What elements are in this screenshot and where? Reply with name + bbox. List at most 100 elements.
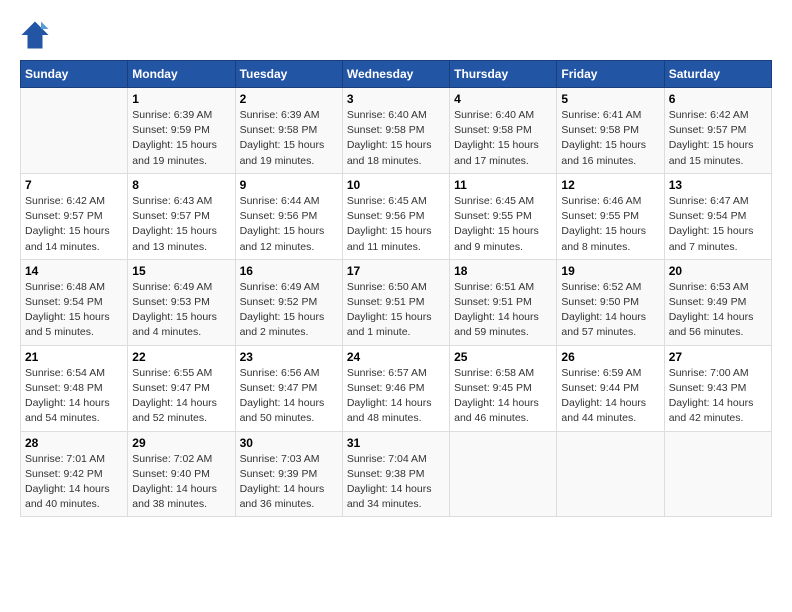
calendar-cell: 11 Sunrise: 6:45 AM Sunset: 9:55 PM Dayli… bbox=[450, 173, 557, 259]
day-number: 18 bbox=[454, 264, 552, 278]
calendar-week-1: 1Sunrise: 6:39 AM Sunset: 9:59 PM Daylig… bbox=[21, 88, 772, 174]
calendar-cell: 7 Sunrise: 6:42 AM Sunset: 9:57 PM Daylig… bbox=[21, 173, 128, 259]
day-detail: Sunrise: 6:42 AM Sunset: 9:57 PM Dayligh… bbox=[669, 108, 767, 169]
calendar-cell: 12 Sunrise: 6:46 AM Sunset: 9:55 PM Dayli… bbox=[557, 173, 664, 259]
day-detail: Sunrise: 6:57 AM Sunset: 9:46 PM Dayligh… bbox=[347, 366, 445, 427]
calendar-cell: 13 Sunrise: 6:47 AM Sunset: 9:54 PM Dayli… bbox=[664, 173, 771, 259]
day-number: 25 bbox=[454, 350, 552, 364]
day-detail: Sunrise: 6:41 AM Sunset: 9:58 PM Dayligh… bbox=[561, 108, 659, 169]
day-number: 14 bbox=[25, 264, 123, 278]
calendar-cell: 18Sunrise: 6:51 AM Sunset: 9:51 PM Dayli… bbox=[450, 259, 557, 345]
calendar-week-4: 21 Sunrise: 6:54 AM Sunset: 9:48 PM Dayli… bbox=[21, 345, 772, 431]
calendar-cell: 24 Sunrise: 6:57 AM Sunset: 9:46 PM Dayli… bbox=[342, 345, 449, 431]
header-cell-sunday: Sunday bbox=[21, 61, 128, 88]
day-detail: Sunrise: 6:40 AM Sunset: 9:58 PM Dayligh… bbox=[347, 108, 445, 169]
calendar-cell bbox=[664, 431, 771, 517]
calendar-cell: 10Sunrise: 6:45 AM Sunset: 9:56 PM Dayli… bbox=[342, 173, 449, 259]
calendar-week-5: 28 Sunrise: 7:01 AM Sunset: 9:42 PM Dayli… bbox=[21, 431, 772, 517]
day-number: 7 bbox=[25, 178, 123, 192]
day-detail: Sunrise: 6:52 AM Sunset: 9:50 PM Dayligh… bbox=[561, 280, 659, 341]
day-detail: Sunrise: 6:49 AM Sunset: 9:52 PM Dayligh… bbox=[240, 280, 338, 341]
calendar-cell: 17 Sunrise: 6:50 AM Sunset: 9:51 PM Dayli… bbox=[342, 259, 449, 345]
day-detail: Sunrise: 6:47 AM Sunset: 9:54 PM Dayligh… bbox=[669, 194, 767, 255]
day-number: 29 bbox=[132, 436, 230, 450]
calendar-cell: 1Sunrise: 6:39 AM Sunset: 9:59 PM Daylig… bbox=[128, 88, 235, 174]
header-cell-saturday: Saturday bbox=[664, 61, 771, 88]
calendar-cell: 30Sunrise: 7:03 AM Sunset: 9:39 PM Dayli… bbox=[235, 431, 342, 517]
day-number: 4 bbox=[454, 92, 552, 106]
calendar-cell: 9 Sunrise: 6:44 AM Sunset: 9:56 PM Daylig… bbox=[235, 173, 342, 259]
day-number: 24 bbox=[347, 350, 445, 364]
calendar-cell bbox=[450, 431, 557, 517]
day-number: 12 bbox=[561, 178, 659, 192]
day-detail: Sunrise: 6:56 AM Sunset: 9:47 PM Dayligh… bbox=[240, 366, 338, 427]
day-detail: Sunrise: 6:54 AM Sunset: 9:48 PM Dayligh… bbox=[25, 366, 123, 427]
day-detail: Sunrise: 7:00 AM Sunset: 9:43 PM Dayligh… bbox=[669, 366, 767, 427]
day-detail: Sunrise: 6:46 AM Sunset: 9:55 PM Dayligh… bbox=[561, 194, 659, 255]
calendar-cell bbox=[557, 431, 664, 517]
calendar-table: SundayMondayTuesdayWednesdayThursdayFrid… bbox=[20, 60, 772, 517]
calendar-week-3: 14Sunrise: 6:48 AM Sunset: 9:54 PM Dayli… bbox=[21, 259, 772, 345]
header-cell-tuesday: Tuesday bbox=[235, 61, 342, 88]
day-detail: Sunrise: 7:04 AM Sunset: 9:38 PM Dayligh… bbox=[347, 452, 445, 513]
logo-icon bbox=[20, 20, 50, 50]
day-detail: Sunrise: 7:01 AM Sunset: 9:42 PM Dayligh… bbox=[25, 452, 123, 513]
day-detail: Sunrise: 6:42 AM Sunset: 9:57 PM Dayligh… bbox=[25, 194, 123, 255]
day-number: 31 bbox=[347, 436, 445, 450]
calendar-cell: 19 Sunrise: 6:52 AM Sunset: 9:50 PM Dayli… bbox=[557, 259, 664, 345]
day-number: 30 bbox=[240, 436, 338, 450]
calendar-cell bbox=[21, 88, 128, 174]
day-number: 19 bbox=[561, 264, 659, 278]
calendar-header: SundayMondayTuesdayWednesdayThursdayFrid… bbox=[21, 61, 772, 88]
day-detail: Sunrise: 6:59 AM Sunset: 9:44 PM Dayligh… bbox=[561, 366, 659, 427]
header-cell-thursday: Thursday bbox=[450, 61, 557, 88]
day-number: 23 bbox=[240, 350, 338, 364]
calendar-cell: 3 Sunrise: 6:40 AM Sunset: 9:58 PM Daylig… bbox=[342, 88, 449, 174]
day-number: 21 bbox=[25, 350, 123, 364]
day-number: 20 bbox=[669, 264, 767, 278]
page-header bbox=[20, 20, 772, 50]
day-number: 2 bbox=[240, 92, 338, 106]
calendar-cell: 28 Sunrise: 7:01 AM Sunset: 9:42 PM Dayli… bbox=[21, 431, 128, 517]
day-number: 6 bbox=[669, 92, 767, 106]
header-row: SundayMondayTuesdayWednesdayThursdayFrid… bbox=[21, 61, 772, 88]
calendar-cell: 14Sunrise: 6:48 AM Sunset: 9:54 PM Dayli… bbox=[21, 259, 128, 345]
logo bbox=[20, 20, 54, 50]
calendar-cell: 4 Sunrise: 6:40 AM Sunset: 9:58 PM Daylig… bbox=[450, 88, 557, 174]
day-number: 3 bbox=[347, 92, 445, 106]
day-detail: Sunrise: 6:55 AM Sunset: 9:47 PM Dayligh… bbox=[132, 366, 230, 427]
calendar-cell: 8Sunrise: 6:43 AM Sunset: 9:57 PM Daylig… bbox=[128, 173, 235, 259]
calendar-cell: 16Sunrise: 6:49 AM Sunset: 9:52 PM Dayli… bbox=[235, 259, 342, 345]
calendar-cell: 23 Sunrise: 6:56 AM Sunset: 9:47 PM Dayli… bbox=[235, 345, 342, 431]
day-number: 11 bbox=[454, 178, 552, 192]
day-detail: Sunrise: 6:40 AM Sunset: 9:58 PM Dayligh… bbox=[454, 108, 552, 169]
day-number: 9 bbox=[240, 178, 338, 192]
calendar-body: 1Sunrise: 6:39 AM Sunset: 9:59 PM Daylig… bbox=[21, 88, 772, 517]
day-number: 5 bbox=[561, 92, 659, 106]
header-cell-monday: Monday bbox=[128, 61, 235, 88]
calendar-cell: 26 Sunrise: 6:59 AM Sunset: 9:44 PM Dayli… bbox=[557, 345, 664, 431]
day-detail: Sunrise: 6:49 AM Sunset: 9:53 PM Dayligh… bbox=[132, 280, 230, 341]
header-cell-friday: Friday bbox=[557, 61, 664, 88]
day-number: 15 bbox=[132, 264, 230, 278]
calendar-cell: 5 Sunrise: 6:41 AM Sunset: 9:58 PM Daylig… bbox=[557, 88, 664, 174]
day-detail: Sunrise: 6:39 AM Sunset: 9:58 PM Dayligh… bbox=[240, 108, 338, 169]
calendar-cell: 6 Sunrise: 6:42 AM Sunset: 9:57 PM Daylig… bbox=[664, 88, 771, 174]
day-number: 28 bbox=[25, 436, 123, 450]
calendar-cell: 2 Sunrise: 6:39 AM Sunset: 9:58 PM Daylig… bbox=[235, 88, 342, 174]
day-detail: Sunrise: 6:44 AM Sunset: 9:56 PM Dayligh… bbox=[240, 194, 338, 255]
day-detail: Sunrise: 6:45 AM Sunset: 9:55 PM Dayligh… bbox=[454, 194, 552, 255]
header-cell-wednesday: Wednesday bbox=[342, 61, 449, 88]
day-number: 26 bbox=[561, 350, 659, 364]
day-number: 13 bbox=[669, 178, 767, 192]
day-detail: Sunrise: 6:58 AM Sunset: 9:45 PM Dayligh… bbox=[454, 366, 552, 427]
calendar-cell: 20Sunrise: 6:53 AM Sunset: 9:49 PM Dayli… bbox=[664, 259, 771, 345]
calendar-cell: 27Sunrise: 7:00 AM Sunset: 9:43 PM Dayli… bbox=[664, 345, 771, 431]
calendar-cell: 21 Sunrise: 6:54 AM Sunset: 9:48 PM Dayli… bbox=[21, 345, 128, 431]
day-number: 8 bbox=[132, 178, 230, 192]
day-detail: Sunrise: 6:39 AM Sunset: 9:59 PM Dayligh… bbox=[132, 108, 230, 169]
day-detail: Sunrise: 6:50 AM Sunset: 9:51 PM Dayligh… bbox=[347, 280, 445, 341]
calendar-cell: 31 Sunrise: 7:04 AM Sunset: 9:38 PM Dayli… bbox=[342, 431, 449, 517]
day-number: 17 bbox=[347, 264, 445, 278]
day-number: 10 bbox=[347, 178, 445, 192]
